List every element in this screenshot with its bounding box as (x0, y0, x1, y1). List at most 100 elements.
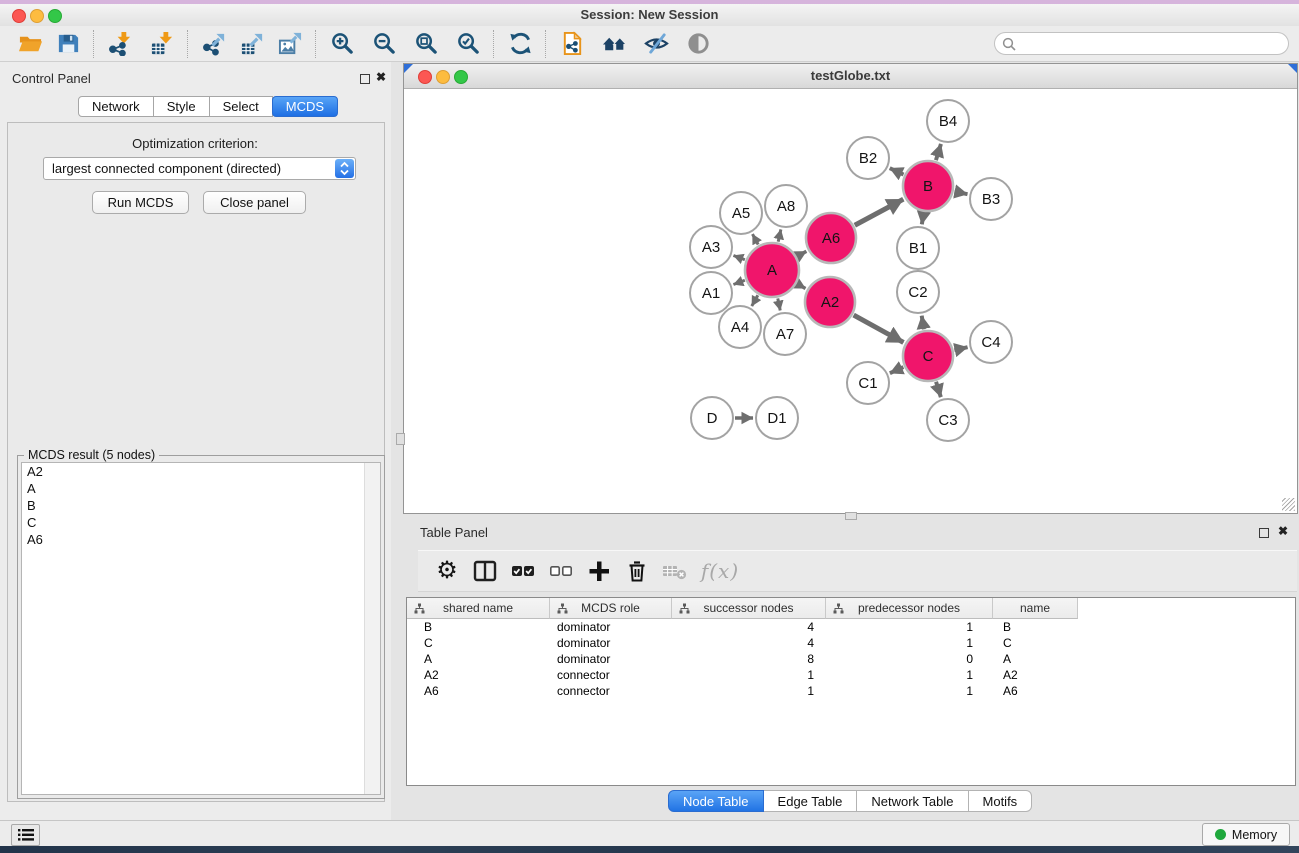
graph-edge-B-B3[interactable] (954, 191, 967, 194)
tab-mcds[interactable]: MCDS (272, 96, 338, 117)
table-cell[interactable]: connector (550, 667, 672, 683)
tab-network[interactable]: Network (78, 96, 154, 117)
search-input[interactable] (1021, 35, 1288, 52)
table-row[interactable]: A2connector11A2 (407, 667, 1295, 683)
table-cell[interactable]: A6 (407, 683, 550, 699)
save-session-icon[interactable] (52, 29, 84, 59)
graph-edge-A-A2[interactable] (797, 284, 805, 288)
graph-edge-C-C2[interactable] (922, 316, 924, 330)
select-all-icon[interactable] (504, 554, 542, 588)
table-row[interactable]: Cdominator41C (407, 635, 1295, 651)
criterion-dropdown[interactable]: largest connected component (directed) (43, 157, 356, 180)
table-cell[interactable]: B (993, 619, 1078, 635)
graph-edge-A6-B[interactable] (855, 199, 904, 225)
table-cell[interactable]: A (993, 651, 1078, 667)
mcds-list-scrollbar[interactable] (364, 463, 380, 794)
resize-grip[interactable] (1282, 498, 1295, 511)
list-item[interactable]: A (22, 480, 380, 497)
table-cell[interactable]: 8 (672, 651, 826, 667)
table-cell[interactable]: 4 (672, 619, 826, 635)
split-columns-icon[interactable] (466, 554, 504, 588)
table-cell[interactable]: dominator (550, 651, 672, 667)
mcds-result-list[interactable]: A2ABCA6 (21, 462, 381, 795)
table-panel-close-icon[interactable]: ✖ (1278, 524, 1288, 538)
export-image-icon[interactable] (274, 29, 306, 59)
control-panel-close-icon[interactable]: ✖ (376, 70, 386, 84)
table-panel-float-icon[interactable] (1259, 528, 1269, 538)
table-cell[interactable]: 1 (672, 667, 826, 683)
splitter-handle-horizontal[interactable] (845, 512, 857, 520)
graph-edge-A-A6[interactable] (797, 251, 806, 256)
splitter-handle-vertical[interactable] (396, 433, 405, 445)
list-item[interactable]: A2 (22, 463, 380, 480)
table-cell[interactable]: 0 (826, 651, 993, 667)
tab-node-table[interactable]: Node Table (668, 790, 764, 812)
column-header-mcds-role[interactable]: MCDS role (550, 598, 672, 619)
unselect-all-icon[interactable] (542, 554, 580, 588)
graph-edge-C-C3[interactable] (936, 382, 941, 397)
zoom-out-icon[interactable] (368, 29, 400, 59)
table-cell[interactable]: 1 (826, 683, 993, 699)
table-cell[interactable]: 4 (672, 635, 826, 651)
run-mcds-button[interactable]: Run MCDS (92, 191, 189, 214)
table-cell[interactable]: A6 (993, 683, 1078, 699)
close-panel-button[interactable]: Close panel (203, 191, 306, 214)
table-row[interactable]: Bdominator41B (407, 619, 1295, 635)
graph-edge-C-C4[interactable] (954, 347, 967, 350)
table-cell[interactable]: A2 (993, 667, 1078, 683)
export-table-icon[interactable] (236, 29, 268, 59)
add-column-icon[interactable] (580, 554, 618, 588)
control-panel-float-icon[interactable] (360, 74, 370, 84)
table-cell[interactable]: A2 (407, 667, 550, 683)
delete-column-icon[interactable] (618, 554, 656, 588)
import-table-icon[interactable] (146, 29, 178, 59)
graph-edge-A-A5[interactable] (752, 234, 758, 244)
graph-edge-A-A3[interactable] (733, 255, 744, 259)
table-cell[interactable]: A (407, 651, 550, 667)
column-header-shared-name[interactable]: shared name (407, 598, 550, 619)
graph-edge-C-C1[interactable] (890, 367, 903, 373)
table-cell[interactable]: dominator (550, 619, 672, 635)
column-header-predecessor-nodes[interactable]: predecessor nodes (826, 598, 993, 619)
table-row[interactable]: Adominator80A (407, 651, 1295, 667)
tab-edge-table[interactable]: Edge Table (763, 790, 858, 812)
table-cell[interactable]: C (407, 635, 550, 651)
export-network-icon[interactable] (198, 29, 230, 59)
tab-select[interactable]: Select (209, 96, 273, 117)
function-builder-icon[interactable]: f(x) (694, 554, 746, 588)
list-item[interactable]: A6 (22, 531, 380, 548)
table-cell[interactable]: connector (550, 683, 672, 699)
list-item[interactable]: C (22, 514, 380, 531)
table-cell[interactable]: 1 (826, 635, 993, 651)
refresh-icon[interactable] (504, 29, 536, 59)
column-header-successor-nodes[interactable]: successor nodes (672, 598, 826, 619)
home-icon[interactable] (598, 29, 630, 59)
tab-motifs[interactable]: Motifs (968, 790, 1033, 812)
node-table[interactable]: shared nameMCDS rolesuccessor nodesprede… (406, 597, 1296, 786)
network-canvas[interactable]: AA1A2A3A4A5A6A7A8BB1B2B3B4CC1C2C3C4DD1 (404, 89, 1297, 513)
gear-icon[interactable]: ⚙ (428, 554, 466, 588)
network-file-icon[interactable] (556, 29, 588, 59)
table-cell[interactable]: B (407, 619, 550, 635)
app-titlebar[interactable]: Session: New Session (0, 4, 1299, 27)
graph-edge-B-B1[interactable] (922, 213, 924, 225)
graph-edge-A-A4[interactable] (752, 295, 758, 306)
graph-edge-A-A7[interactable] (778, 298, 780, 310)
task-history-button[interactable] (11, 824, 40, 846)
import-network-icon[interactable] (104, 29, 136, 59)
zoom-fit-icon[interactable] (410, 29, 442, 59)
network-canvas-svg[interactable]: AA1A2A3A4A5A6A7A8BB1B2B3B4CC1C2C3C4DD1 (404, 89, 1297, 514)
graph-edge-A-A8[interactable] (778, 229, 781, 241)
table-cell[interactable]: 1 (826, 619, 993, 635)
zoom-selected-icon[interactable] (452, 29, 484, 59)
column-header-name[interactable]: name (993, 598, 1078, 619)
zoom-in-icon[interactable] (326, 29, 358, 59)
hide-eye-icon[interactable] (640, 29, 672, 59)
search-field[interactable] (994, 32, 1289, 55)
open-file-icon[interactable] (14, 29, 46, 59)
eye-icon[interactable] (682, 29, 714, 59)
tab-network-table[interactable]: Network Table (856, 790, 968, 812)
table-cell[interactable]: 1 (672, 683, 826, 699)
graph-edge-A-A1[interactable] (733, 280, 744, 284)
graph-edge-B-B4[interactable] (936, 144, 941, 160)
